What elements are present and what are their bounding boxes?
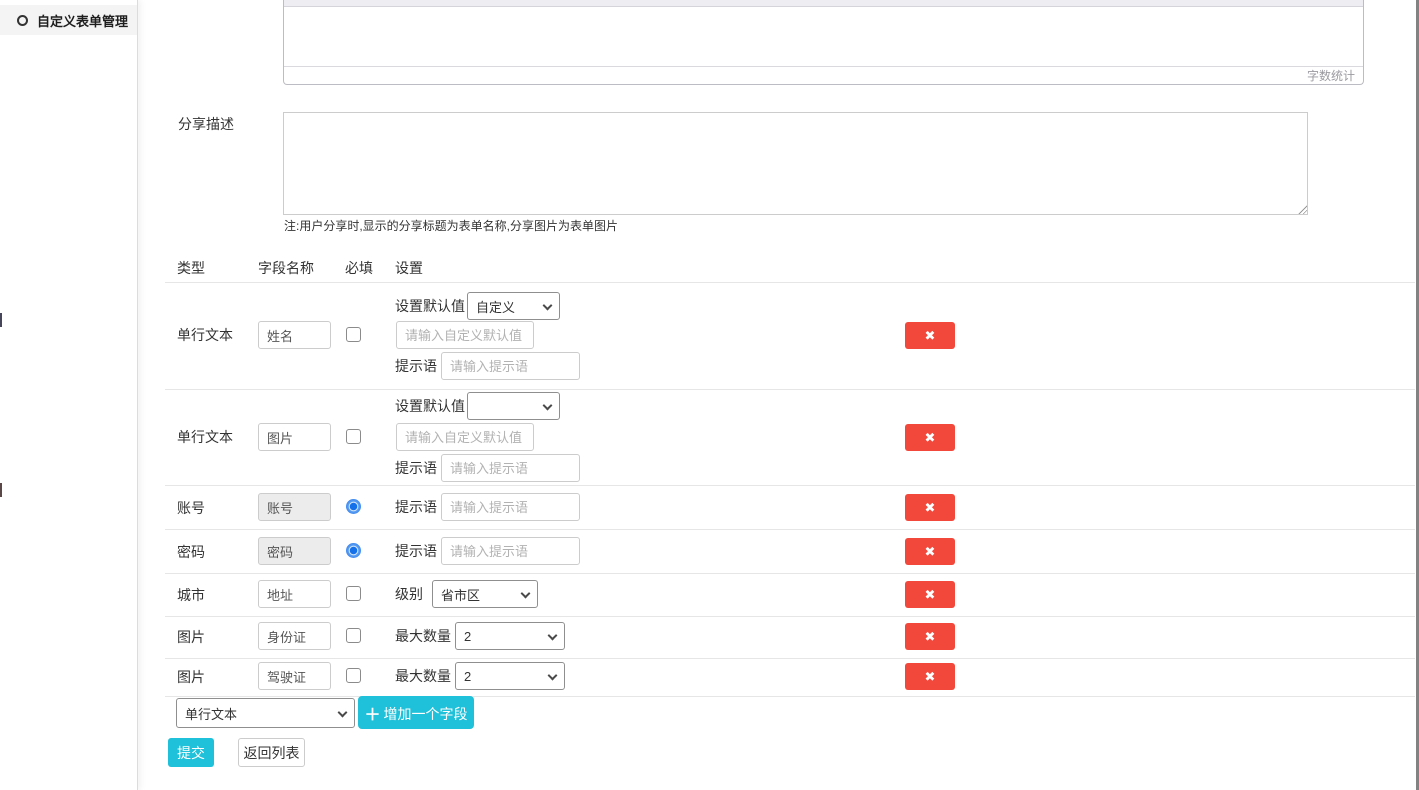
select-value: 2 xyxy=(464,669,471,684)
header-field-name: 字段名称 xyxy=(258,258,314,278)
chevron-down-icon xyxy=(338,708,348,718)
required-checkbox[interactable] xyxy=(346,586,361,601)
field-name-input[interactable] xyxy=(258,622,331,650)
circle-icon xyxy=(17,15,28,26)
delete-field-button[interactable]: ✖ xyxy=(905,623,955,650)
field-type-label: 图片 xyxy=(177,623,205,651)
delete-field-button[interactable]: ✖ xyxy=(905,424,955,451)
hint-input[interactable] xyxy=(441,537,580,565)
field-type-label: 单行文本 xyxy=(177,321,233,349)
hint-input[interactable] xyxy=(441,454,580,482)
required-radio-checked[interactable] xyxy=(346,499,361,514)
field-row: 图片 最大数量 2 ✖ xyxy=(165,659,1415,697)
field-row: 图片 最大数量 2 ✖ xyxy=(165,617,1415,659)
max-count-label: 最大数量 xyxy=(395,622,451,650)
hint-input[interactable] xyxy=(441,493,580,521)
field-type-label: 图片 xyxy=(177,663,205,691)
field-row: 城市 级别 省市区 ✖ xyxy=(165,574,1415,617)
share-description-note: 注:用户分享时,显示的分享标题为表单名称,分享图片为表单图片 xyxy=(284,217,618,234)
default-value-select[interactable] xyxy=(467,392,560,420)
sidebar-item-label: 自定义表单管理 xyxy=(37,11,128,30)
custom-default-input[interactable] xyxy=(396,423,534,451)
select-value: 2 xyxy=(464,629,471,644)
select-value: 省市区 xyxy=(441,585,480,604)
field-type-label: 城市 xyxy=(177,581,205,609)
field-row: 设置默认值 自定义 单行文本 提示语 ✖ xyxy=(165,283,1415,390)
word-count-label: 字数统计 xyxy=(1307,67,1355,84)
default-value-label: 设置默认值 xyxy=(395,292,465,320)
close-icon: ✖ xyxy=(925,669,936,684)
hint-label: 提示语 xyxy=(395,454,437,482)
rich-text-editor: 字数统计 xyxy=(283,0,1364,85)
chevron-down-icon xyxy=(543,401,553,411)
field-table: 类型 字段名称 必填 设置 设置默认值 自定义 单行文本 提示语 ✖ 设置默认值… xyxy=(165,252,1415,697)
share-description-textarea[interactable] xyxy=(283,112,1308,215)
field-name-input[interactable] xyxy=(258,662,331,690)
close-icon: ✖ xyxy=(925,500,936,515)
field-name-input-disabled xyxy=(258,537,331,565)
default-value-label: 设置默认值 xyxy=(395,392,465,420)
field-row: 密码 提示语 ✖ xyxy=(165,530,1415,574)
field-row: 账号 提示语 ✖ xyxy=(165,486,1415,530)
chevron-down-icon xyxy=(548,671,558,681)
header-settings: 设置 xyxy=(395,258,423,278)
default-value-select[interactable]: 自定义 xyxy=(467,292,560,320)
delete-field-button[interactable]: ✖ xyxy=(905,581,955,608)
field-type-label: 账号 xyxy=(177,494,205,522)
select-value: 单行文本 xyxy=(185,704,237,723)
add-field-button[interactable]: ＋增加一个字段 xyxy=(358,696,474,729)
hint-input[interactable] xyxy=(441,352,580,380)
header-type: 类型 xyxy=(177,258,205,278)
chevron-down-icon xyxy=(548,631,558,641)
chevron-down-icon xyxy=(521,589,531,599)
screen-edge-artifact xyxy=(0,483,2,497)
close-icon: ✖ xyxy=(925,587,936,602)
add-field-button-label: 增加一个字段 xyxy=(384,706,468,722)
sidebar-item-custom-form-management[interactable]: 自定义表单管理 xyxy=(0,5,137,35)
plus-icon: ＋ xyxy=(364,707,380,724)
field-table-header: 类型 字段名称 必填 设置 xyxy=(165,252,1415,283)
hint-label: 提示语 xyxy=(395,352,437,380)
max-count-label: 最大数量 xyxy=(395,662,451,690)
required-radio-checked[interactable] xyxy=(346,543,361,558)
close-icon: ✖ xyxy=(925,430,936,445)
sidebar: 自定义表单管理 xyxy=(0,0,138,790)
custom-default-input[interactable] xyxy=(396,321,534,349)
back-to-list-button[interactable]: 返回列表 xyxy=(238,738,305,767)
submit-button[interactable]: 提交 xyxy=(168,738,214,767)
editor-toolbar xyxy=(284,0,1363,7)
screen-edge-artifact xyxy=(0,313,2,327)
max-count-select[interactable]: 2 xyxy=(455,622,565,650)
close-icon: ✖ xyxy=(925,328,936,343)
max-count-select[interactable]: 2 xyxy=(455,662,565,690)
field-name-input-disabled xyxy=(258,493,331,521)
share-description-label: 分享描述 xyxy=(178,114,234,134)
required-checkbox[interactable] xyxy=(346,628,361,643)
field-name-input[interactable] xyxy=(258,580,331,608)
field-type-label: 单行文本 xyxy=(177,423,233,451)
rich-text-editor-body[interactable] xyxy=(284,7,1363,66)
close-icon: ✖ xyxy=(925,629,936,644)
level-label: 级别 xyxy=(395,580,423,608)
field-row: 设置默认值 单行文本 提示语 ✖ xyxy=(165,390,1415,486)
required-checkbox[interactable] xyxy=(346,668,361,683)
hint-label: 提示语 xyxy=(395,537,437,565)
chevron-down-icon xyxy=(543,301,553,311)
delete-field-button[interactable]: ✖ xyxy=(905,322,955,349)
field-type-label: 密码 xyxy=(177,538,205,566)
editor-footer: 字数统计 xyxy=(284,66,1363,83)
delete-field-button[interactable]: ✖ xyxy=(905,538,955,565)
header-required: 必填 xyxy=(345,258,373,278)
close-icon: ✖ xyxy=(925,544,936,559)
select-value: 自定义 xyxy=(476,297,515,316)
hint-label: 提示语 xyxy=(395,493,437,521)
delete-field-button[interactable]: ✖ xyxy=(905,494,955,521)
field-name-input[interactable] xyxy=(258,423,331,451)
new-field-type-select[interactable]: 单行文本 xyxy=(176,698,355,728)
level-select[interactable]: 省市区 xyxy=(432,580,538,608)
required-checkbox[interactable] xyxy=(346,327,361,342)
delete-field-button[interactable]: ✖ xyxy=(905,663,955,690)
field-name-input[interactable] xyxy=(258,321,331,349)
required-checkbox[interactable] xyxy=(346,429,361,444)
